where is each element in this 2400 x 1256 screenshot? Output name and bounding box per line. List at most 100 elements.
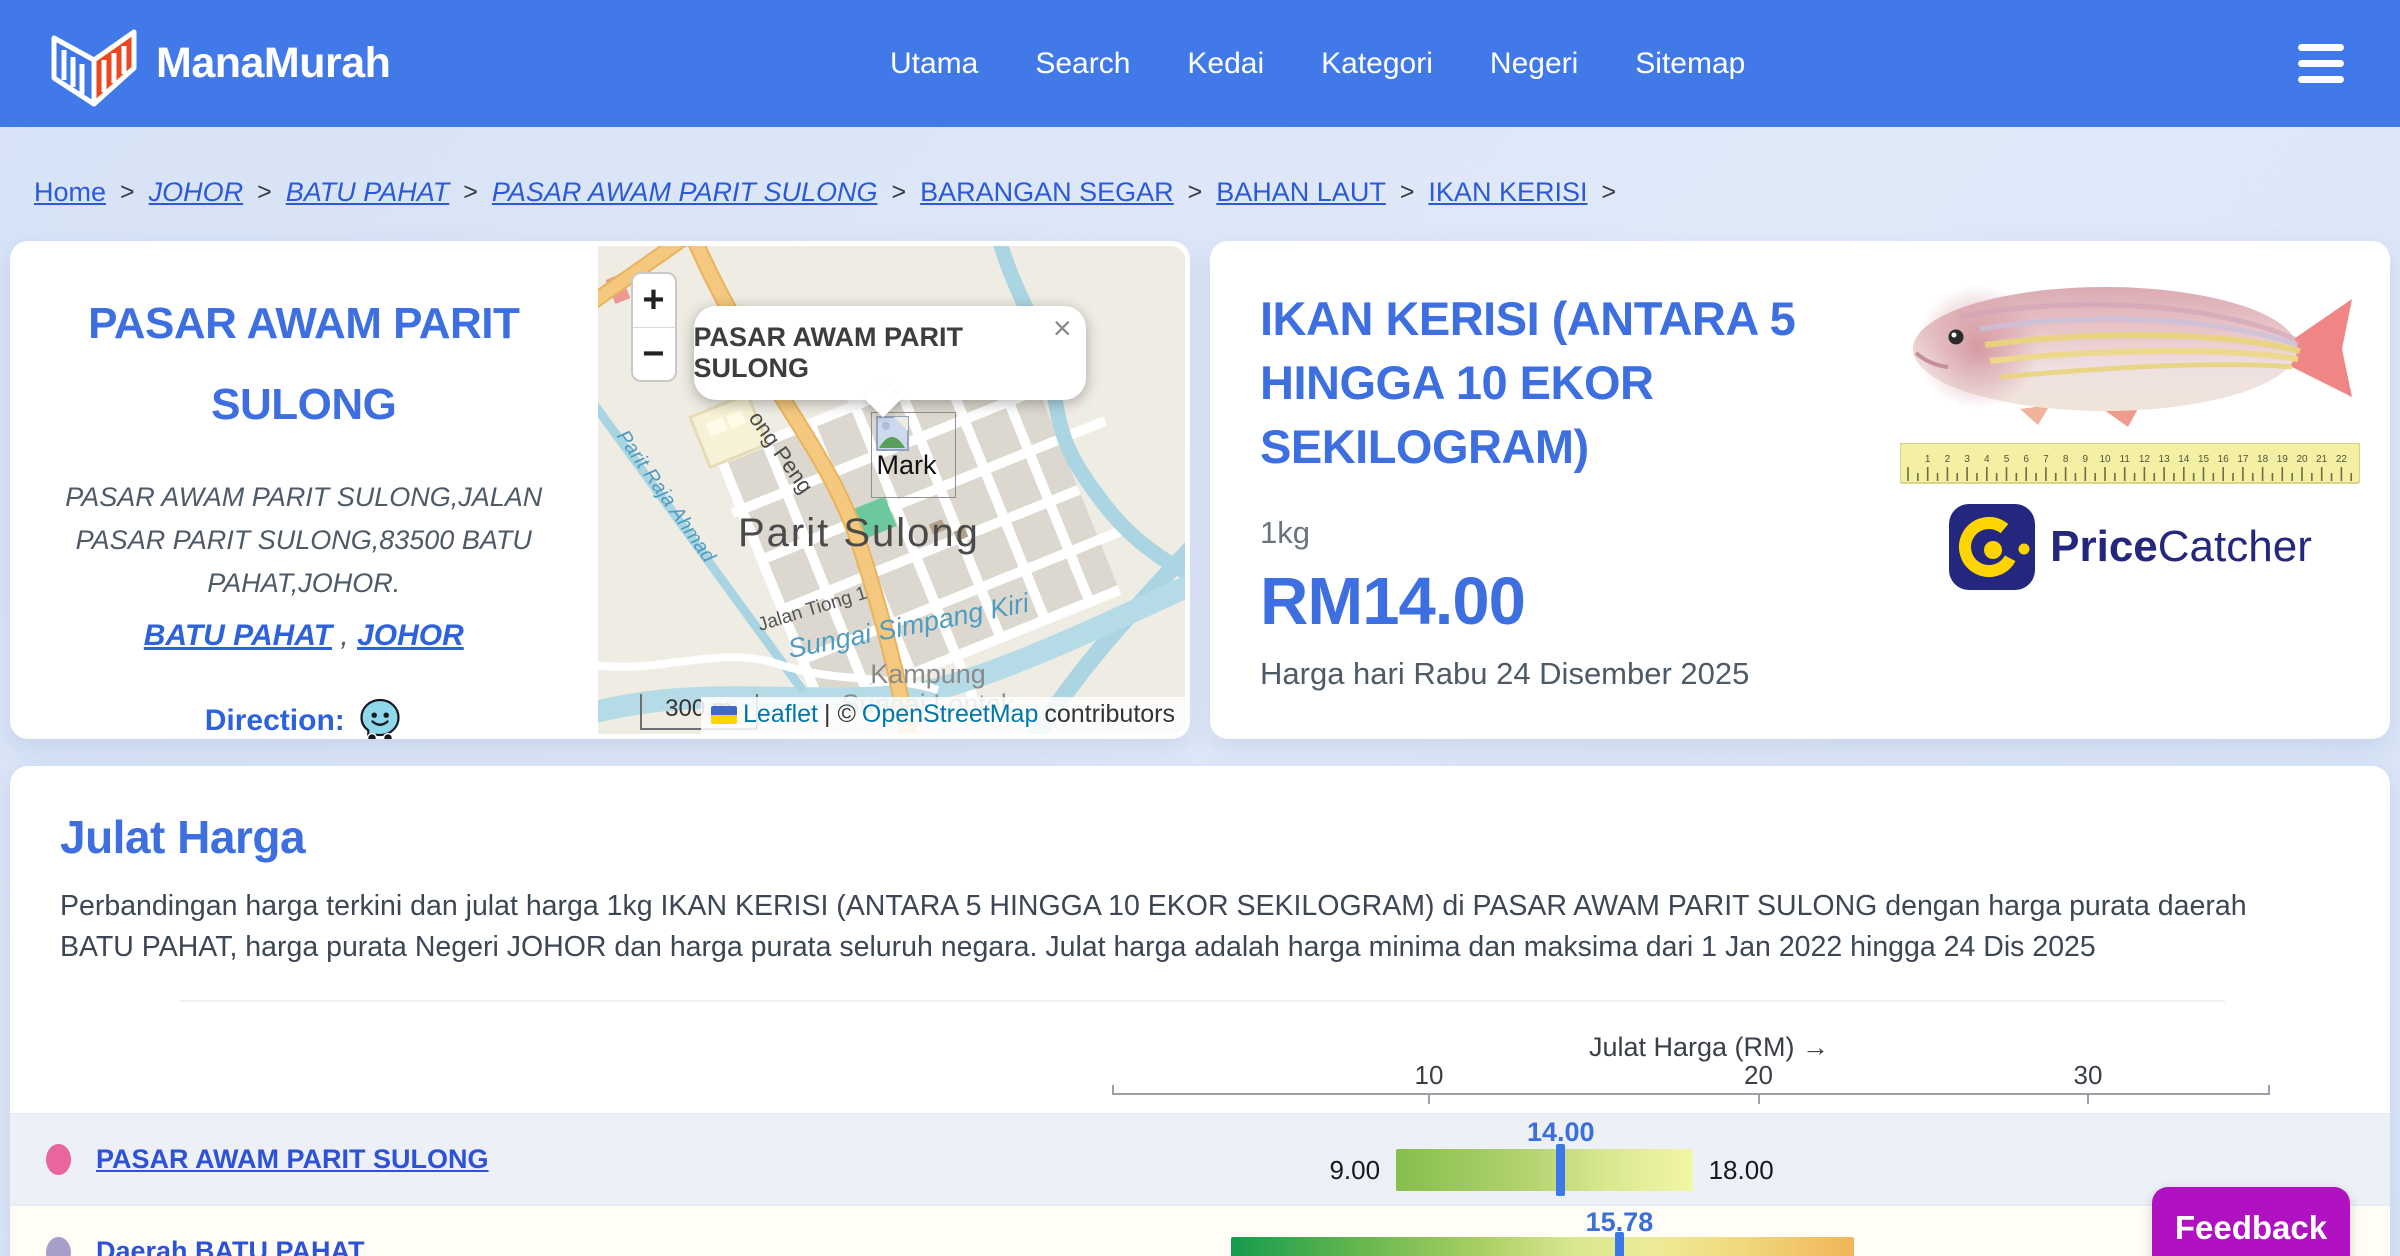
svg-text:16: 16 (2218, 454, 2230, 465)
product-unit: 1kg (1260, 514, 1310, 550)
leaflet-link[interactable]: Leaflet (743, 700, 818, 729)
breadcrumb-separator: > (1601, 178, 1617, 206)
nav-item-negeri[interactable]: Negeri (1490, 47, 1578, 81)
chart-row-district: Daerah BATU PAHAT 15.78 (10, 1207, 2390, 1256)
map-popup: PASAR AWAM PARIT SULONG × (693, 306, 1086, 418)
svg-text:10: 10 (2099, 454, 2111, 465)
nav-item-sitemap[interactable]: Sitemap (1635, 47, 1745, 81)
svg-text:11: 11 (2120, 454, 2131, 465)
nav-item-kategori[interactable]: Kategori (1321, 47, 1433, 81)
nav-item-kedai[interactable]: Kedai (1187, 47, 1264, 81)
pricecatcher-brand: PriceCatcher (1948, 503, 2312, 591)
section-description: Perbandingan harga terkini dan julat har… (60, 890, 2247, 964)
min-price-label: 9.00 (1329, 1155, 1381, 1185)
osm-link[interactable]: OpenStreetMap (862, 700, 1039, 729)
breadcrumb-separator: > (1187, 178, 1203, 206)
price-range-card: Julat Harga Perbandingan harga terkini d… (10, 766, 2390, 1256)
map-zoom-control: + − (630, 272, 677, 382)
pricecatcher-icon (1949, 504, 2036, 590)
current-price-value: 14.00 (1527, 1117, 1595, 1147)
svg-text:9: 9 (2083, 454, 2089, 465)
svg-text:15: 15 (2198, 454, 2210, 465)
current-price-value: 15.78 (1585, 1207, 1654, 1237)
fish-image (1913, 285, 2352, 427)
breadcrumb-home[interactable]: Home (34, 177, 106, 208)
breadcrumb-separator: > (891, 178, 907, 206)
breadcrumb-market[interactable]: PASAR AWAM PARIT SULONG (492, 177, 878, 208)
feedback-button[interactable]: Feedback (2152, 1187, 2350, 1256)
hamburger-menu-icon[interactable] (2298, 44, 2344, 92)
nav-item-search[interactable]: Search (1035, 47, 1130, 81)
direction-label: Direction: (204, 704, 345, 738)
svg-text:21: 21 (2316, 454, 2328, 465)
ukraine-flag-icon (710, 705, 737, 724)
svg-text:20: 20 (2296, 454, 2308, 465)
breadcrumb-subcategory[interactable]: BAHAN LAUT (1216, 177, 1386, 208)
chart-axis-title: Julat Harga (RM) → (1588, 1032, 1830, 1062)
chart-axis-line (1112, 1093, 2270, 1095)
svg-text:3: 3 (1964, 454, 1970, 465)
product-card: IKAN KERISI (ANTARA 5 HINGGA 10 EKOR SEK… (1210, 241, 2390, 739)
section-heading: Julat Harga (60, 811, 306, 863)
breadcrumb-separator: > (463, 178, 478, 206)
price-date-note: Harga hari Rabu 24 Disember 2025 (1260, 655, 1750, 691)
brand-name: ManaMurah (156, 39, 391, 87)
svg-text:17: 17 (2237, 454, 2249, 465)
breadcrumb-item[interactable]: IKAN KERISI (1428, 177, 1587, 208)
svg-text:22: 22 (2336, 454, 2348, 465)
navbar: ManaMurah Utama Search Kedai Kategori Ne… (0, 0, 2400, 127)
svg-text:1: 1 (1925, 454, 1931, 465)
map-popup-title: PASAR AWAM PARIT SULONG (693, 306, 1086, 400)
breadcrumb-state[interactable]: JOHOR (149, 177, 244, 208)
breadcrumb-separator: > (257, 178, 272, 206)
current-price-marker (1556, 1144, 1566, 1196)
market-card: PASAR AWAM PARIT SULONG PASAR AWAM PARIT… (10, 241, 1190, 739)
svg-text:6: 6 (2023, 454, 2029, 465)
svg-text:4: 4 (1984, 454, 1990, 465)
max-price-label: 18.00 (1708, 1155, 1774, 1185)
waze-icon[interactable] (357, 697, 403, 739)
svg-text:7: 7 (2043, 454, 2049, 465)
district-link[interactable]: BATU PAHAT (144, 619, 332, 652)
brand[interactable]: ManaMurah (46, 20, 391, 108)
svg-text:5: 5 (2004, 454, 2010, 465)
popup-close-icon[interactable]: × (1053, 310, 1072, 347)
market-location-links: BATU PAHAT , JOHOR (143, 619, 464, 653)
breadcrumb: Home > JOHOR > BATU PAHAT > PASAR AWAM P… (0, 127, 2400, 208)
svg-text:18: 18 (2257, 454, 2269, 465)
svg-text:19: 19 (2277, 454, 2289, 465)
row-label-market[interactable]: PASAR AWAM PARIT SULONG (96, 1144, 489, 1175)
state-link[interactable]: JOHOR (357, 619, 464, 652)
chart-top-divider (180, 1000, 2225, 1002)
nav-item-utama[interactable]: Utama (890, 47, 978, 81)
product-price: RM14.00 (1260, 563, 1526, 639)
range-bar (1231, 1237, 1855, 1256)
svg-text:12: 12 (2139, 454, 2151, 465)
leaflet-map[interactable]: Parit Sulong ong Peng Parit Raja Ahmad J… (597, 246, 1185, 734)
breadcrumb-district[interactable]: BATU PAHAT (286, 177, 450, 208)
zoom-in-button[interactable]: + (633, 274, 675, 327)
ruler-image: 1 2 3 4 5 6 7 8 9 10 11 12 13 14 15 16 17 18 19 20 21 22 (1900, 443, 2360, 484)
market-address: PASAR AWAM PARIT SULONG,JALAN PASAR PARI… (65, 481, 543, 599)
map-label-village1: Kampung (870, 659, 986, 689)
breadcrumb-separator: > (1399, 178, 1415, 206)
axis-end-tick (2268, 1085, 2270, 1094)
marker-alt-text: Mark (876, 450, 937, 480)
breadcrumb-separator: > (120, 178, 135, 206)
chart-row-market: PASAR AWAM PARIT SULONG 14.00 9.00 18.00 (10, 1113, 2390, 1206)
svg-text:13: 13 (2159, 454, 2171, 465)
map-attribution: Leaflet | © OpenStreetMap contributors (700, 697, 1185, 734)
range-bar (1396, 1149, 1693, 1191)
product-title: IKAN KERISI (ANTARA 5 HINGGA 10 EKOR SEK… (1260, 292, 1796, 473)
svg-text:14: 14 (2178, 454, 2190, 465)
axis-end-tick (1112, 1085, 1114, 1094)
main-nav: Utama Search Kedai Kategori Negeri Sitem… (890, 47, 1745, 81)
row-label-district[interactable]: Daerah BATU PAHAT (96, 1236, 365, 1256)
manamurah-logo (51, 29, 137, 106)
zoom-out-button[interactable]: − (632, 327, 675, 380)
breadcrumb-category[interactable]: BARANGAN SEGAR (920, 177, 1174, 208)
svg-text:2: 2 (1945, 454, 1951, 465)
pricecatcher-wordmark: PriceCatcher (2050, 522, 2312, 571)
market-title: PASAR AWAM PARIT SULONG (88, 299, 520, 430)
map-label-town: Parit Sulong (738, 511, 980, 555)
